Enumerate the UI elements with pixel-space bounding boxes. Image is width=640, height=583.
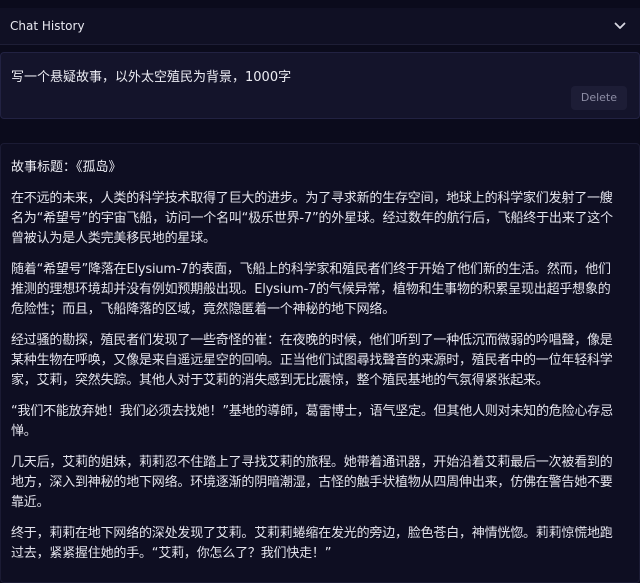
chat-history-toggle[interactable]: Chat History [0, 8, 640, 45]
user-prompt-card: 写一个悬疑故事，以外太空殖民为背景，1000字 Delete [0, 52, 640, 119]
story-title: 故事标题：《孤岛》 [11, 160, 122, 175]
user-prompt-text: 写一个悬疑故事，以外太空殖民为背景，1000字 [11, 70, 292, 85]
chevron-down-icon[interactable] [614, 22, 626, 30]
story-paragraph: 经过骚的勘探，殖民者们发现了一些奇怪的崔：在夜晚的时候，他们听到了一种低沉而微弱… [11, 333, 613, 388]
story-paragraph: “我们不能放弃她！我们必须去找她！”基地的導師，葛雷博士，语气坚定。但其他人则对… [11, 404, 613, 439]
chat-history-label: Chat History [10, 19, 85, 33]
response-card: 故事标题：《孤岛》 在不远的未来，人类的科学技术取得了巨大的进步。为了寻求新的生… [0, 143, 640, 583]
story-paragraph: 随着“希望号”降落在Elysium-7的表面，飞船上的科学家和殖民者们终于开始了… [11, 262, 611, 317]
delete-button[interactable]: Delete [570, 86, 627, 110]
story-paragraph: 在不远的未来，人类的科学技术取得了巨大的进步。为了寻求新的生存空间，地球上的科学… [11, 191, 613, 246]
story-paragraph: 终于，莉莉在地下网络的深处发现了艾莉。艾莉莉蜷缩在发光的旁边，脸色苍白，神情恍惚… [11, 526, 613, 561]
story-paragraph: 几天后，艾莉的姐妹，莉莉忍不住踏上了寻找艾莉的旅程。她带着通讯器，开始沿着艾莉最… [11, 455, 613, 510]
